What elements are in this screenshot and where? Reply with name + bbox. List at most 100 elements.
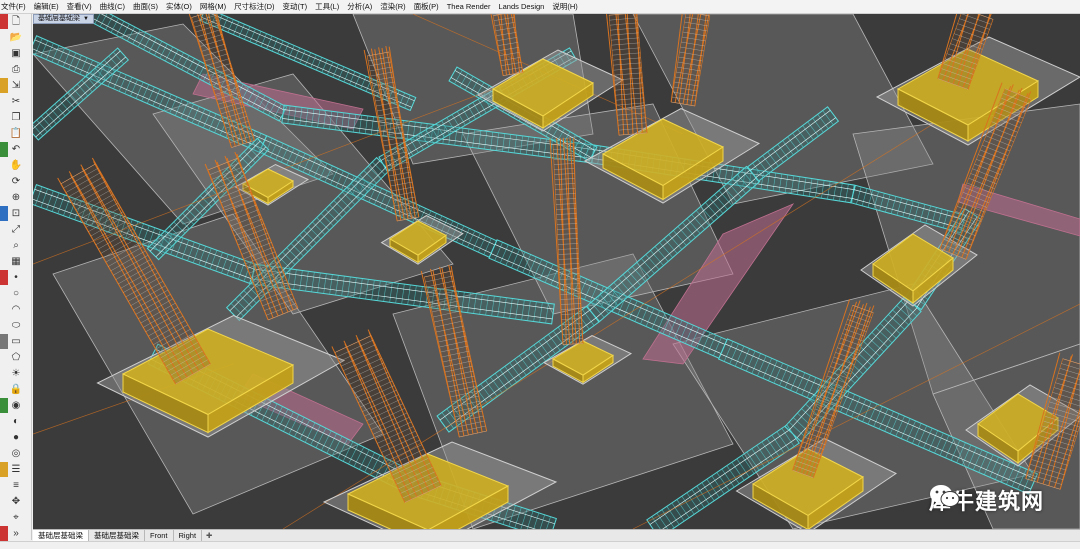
toolbar-strip-swatch[interactable] (0, 78, 8, 93)
zoom-icon[interactable]: ⊕ (9, 190, 23, 205)
toolbar-buttons: 🗋 📂 ▣ ⎙ ⇲ ✂ ❐ 📋 ↶ ✋ ⟳ ⊕ ⊡ ⤢ ⌕ ▦ • ○ ◠ ⬭ ▭ ⬠ ☀ 🔒 ◉ ◐ ● ◎ ☰ ≡ ✥ ⌖» (9, 14, 23, 542)
toolbar-strip-swatch[interactable] (0, 270, 8, 285)
toolbar-strip-swatch[interactable] (0, 494, 8, 509)
status-bar (0, 541, 1080, 549)
toolbar-strip-swatch[interactable] (0, 302, 8, 317)
toolbar-strip-swatch[interactable] (0, 30, 8, 45)
arc-icon[interactable]: ◠ (9, 302, 23, 317)
toolbar-strip-swatch[interactable] (0, 190, 8, 205)
new-file-icon[interactable]: 🗋 (9, 14, 23, 29)
toolbar-strip-swatch[interactable] (0, 142, 8, 157)
snap-icon[interactable]: ⌖ (9, 510, 23, 525)
chevron-down-icon[interactable]: ▼ (83, 15, 89, 23)
toolbar-strip-swatch[interactable] (0, 46, 8, 61)
wechat-icon (929, 485, 960, 507)
material-icon[interactable]: ◎ (9, 446, 23, 461)
toolbar-strip-swatch[interactable] (0, 110, 8, 125)
toolbar-strip-swatch[interactable] (0, 238, 8, 253)
menu-bar: 文件(F) 编辑(E) 查看(V) 曲线(C) 曲面(S) 实体(O) 网格(M… (0, 0, 1080, 14)
menu-lands-design[interactable]: Lands Design (494, 0, 548, 13)
rectangle-icon[interactable]: ▭ (9, 334, 23, 349)
toolbar-strip-swatch[interactable] (0, 254, 8, 269)
menu-tools[interactable]: 工具(L) (311, 0, 343, 13)
3d-model-scene[interactable] (33, 14, 1080, 529)
toolbar-strip-swatch[interactable] (0, 430, 8, 445)
ellipse-icon[interactable]: ⬭ (9, 318, 23, 333)
toolbar-strip-swatch[interactable] (0, 414, 8, 429)
zoom-window-icon[interactable]: ⊡ (9, 206, 23, 221)
zoom-extents-icon[interactable]: ⤢ (9, 222, 23, 237)
menu-file[interactable]: 文件(F) (0, 0, 30, 13)
circle-icon[interactable]: ○ (9, 286, 23, 301)
menu-edit[interactable]: 编辑(E) (30, 0, 63, 13)
toolbar-strip-swatch[interactable] (0, 510, 8, 525)
lock-icon[interactable]: 🔒 (9, 382, 23, 397)
menu-analyze[interactable]: 分析(A) (343, 0, 376, 13)
menu-panels[interactable]: 面板(P) (410, 0, 443, 13)
color-icon[interactable]: ◐ (9, 414, 23, 429)
tab-front[interactable]: Front (145, 530, 174, 541)
toolbar-strip-swatch[interactable] (0, 478, 8, 493)
gumball-icon[interactable]: ✥ (9, 494, 23, 509)
rotate-view-icon[interactable]: ⟳ (9, 174, 23, 189)
save-icon[interactable]: ▣ (9, 46, 23, 61)
menu-thea-render[interactable]: Thea Render (443, 0, 495, 13)
render-icon[interactable]: ◉ (9, 398, 23, 413)
properties-icon[interactable]: ≡ (9, 478, 23, 493)
toolbar-strip-swatch[interactable] (0, 94, 8, 109)
toolbar-strip-swatch[interactable] (0, 462, 8, 477)
menu-dimension[interactable]: 尺寸标注(D) (230, 0, 278, 13)
toolbar-strip-swatch[interactable] (0, 446, 8, 461)
tab-viewport-2[interactable]: 基础层基础梁 (89, 530, 145, 541)
menu-render[interactable]: 渲染(R) (376, 0, 409, 13)
copy-icon[interactable]: ❐ (9, 110, 23, 125)
rhino-window: 文件(F) 编辑(E) 查看(V) 曲线(C) 曲面(S) 实体(O) 网格(M… (0, 0, 1080, 549)
menu-view[interactable]: 查看(V) (63, 0, 96, 13)
import-icon[interactable]: ⇲ (9, 78, 23, 93)
toolbar-strip-swatch[interactable] (0, 526, 8, 541)
menu-surface[interactable]: 曲面(S) (129, 0, 162, 13)
light-icon[interactable]: ☀ (9, 366, 23, 381)
toolbar-strip-swatch[interactable] (0, 366, 8, 381)
viewport-title-label: 基础层基础梁 (38, 15, 80, 22)
toolbar-strip-swatch[interactable] (0, 158, 8, 173)
cut-icon[interactable]: ✂ (9, 94, 23, 109)
menu-help[interactable]: 说明(H) (548, 0, 581, 13)
undo-icon[interactable]: ↶ (9, 142, 23, 157)
menu-solid[interactable]: 实体(O) (162, 0, 196, 13)
toolbar-strip-swatch[interactable] (0, 286, 8, 301)
toolbar-strip-swatch[interactable] (0, 382, 8, 397)
menu-curve[interactable]: 曲线(C) (96, 0, 129, 13)
sphere-icon[interactable]: ● (9, 430, 23, 445)
left-toolbar: 🗋 📂 ▣ ⎙ ⇲ ✂ ❐ 📋 ↶ ✋ ⟳ ⊕ ⊡ ⤢ ⌕ ▦ • ○ ◠ ⬭ ▭ ⬠ ☀ 🔒 ◉ ◐ ● ◎ ☰ ≡ ✥ ⌖» (0, 14, 32, 542)
paste-icon[interactable]: 📋 (9, 126, 23, 141)
point-icon[interactable]: • (9, 270, 23, 285)
toolbar-strip-swatch[interactable] (0, 174, 8, 189)
viewport-tabs: 基础层基础梁 基础层基础梁 Front Right ✚ (33, 529, 1080, 541)
viewport-title[interactable]: 基础层基础梁 ▼ (33, 14, 94, 24)
perspective-viewport[interactable]: 基础层基础梁 ▼ 犀牛建筑网 (33, 14, 1080, 529)
toolbar-strip-swatch[interactable] (0, 318, 8, 333)
toolbar-strip-swatch[interactable] (0, 62, 8, 77)
toolbar-strip-swatch[interactable] (0, 14, 8, 29)
polygon-icon[interactable]: ⬠ (9, 350, 23, 365)
more-icon[interactable]: » (9, 526, 23, 541)
print-icon[interactable]: ⎙ (9, 62, 23, 77)
toolbar-strip-swatch[interactable] (0, 350, 8, 365)
toolbar-strip-swatch[interactable] (0, 222, 8, 237)
menu-mesh[interactable]: 网格(M) (196, 0, 230, 13)
toolbar-strip-swatch[interactable] (0, 398, 8, 413)
layer-icon[interactable]: ☰ (9, 462, 23, 477)
menu-transform[interactable]: 变动(T) (279, 0, 312, 13)
toolbar-strip-swatch[interactable] (0, 334, 8, 349)
watermark: 犀牛建筑网 (929, 484, 1044, 516)
hand-pan-icon[interactable]: ✋ (9, 158, 23, 173)
add-tab-icon[interactable]: ✚ (202, 530, 216, 541)
tab-right[interactable]: Right (174, 530, 203, 541)
open-folder-icon[interactable]: 📂 (9, 30, 23, 45)
grid-icon[interactable]: ▦ (9, 254, 23, 269)
toolbar-strip-swatch[interactable] (0, 206, 8, 221)
toolbar-strip-swatch[interactable] (0, 126, 8, 141)
zoom-selected-icon[interactable]: ⌕ (9, 238, 23, 253)
tab-viewport-1[interactable]: 基础层基础梁 (33, 530, 89, 541)
